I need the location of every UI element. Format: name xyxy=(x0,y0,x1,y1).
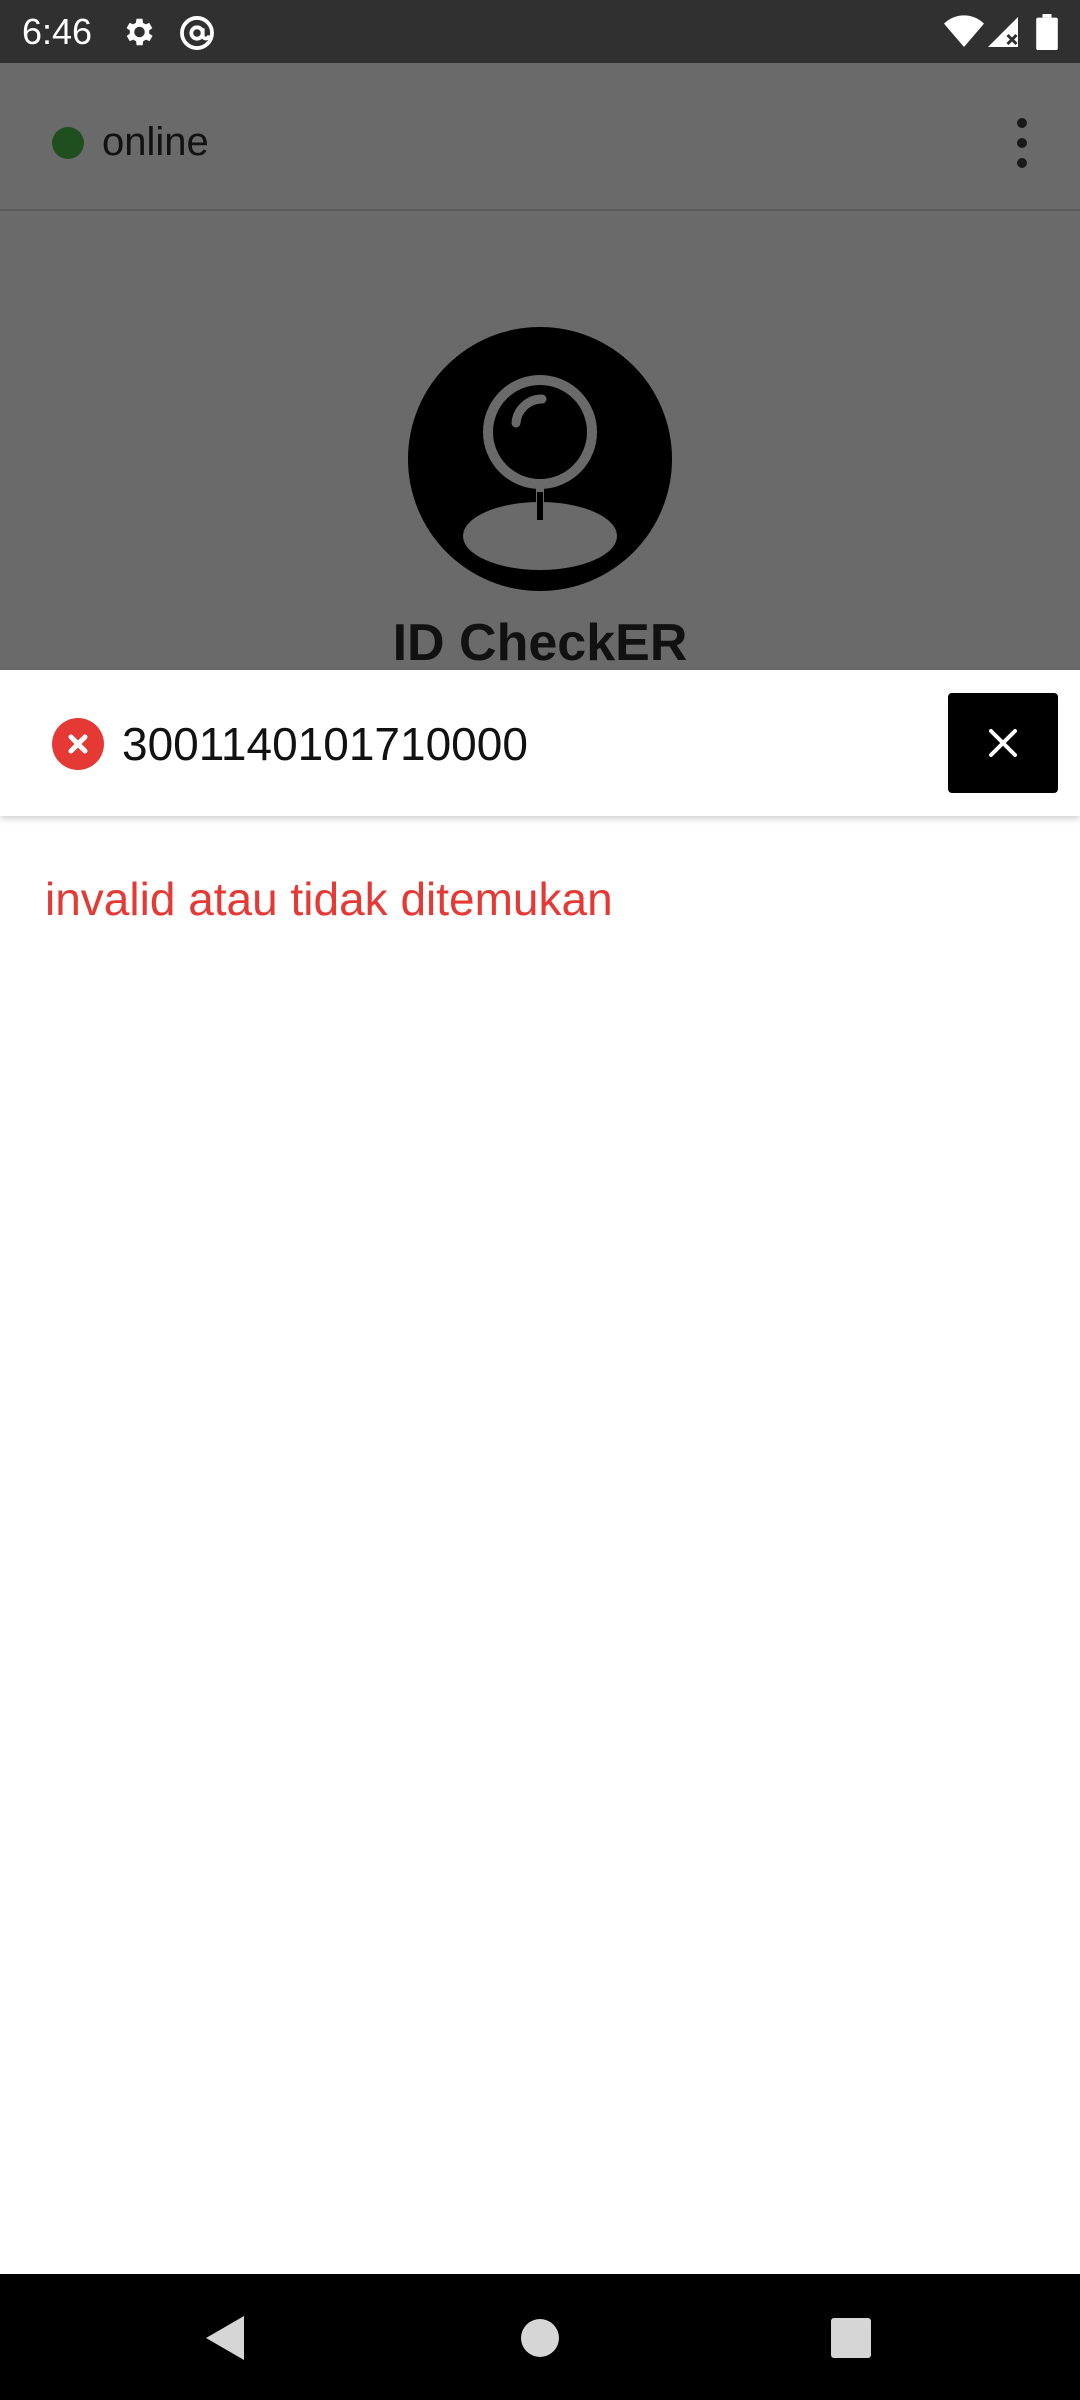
search-result-header: 3001140101710000 xyxy=(0,670,1080,816)
at-sign-icon xyxy=(178,14,216,57)
close-icon xyxy=(989,729,1017,757)
result-message: invalid atau tidak ditemukan xyxy=(45,873,613,925)
back-icon[interactable] xyxy=(200,2312,248,2369)
status-bar: 6:46 xyxy=(0,0,1080,63)
online-status-label: online xyxy=(102,120,209,164)
signal-icon xyxy=(985,14,1021,55)
status-time: 6:46 xyxy=(22,11,93,52)
person-search-logo xyxy=(408,327,672,596)
gear-icon xyxy=(120,14,156,55)
home-icon[interactable] xyxy=(520,2312,560,2369)
wifi-icon xyxy=(944,14,984,55)
searched-id-value: 3001140101710000 xyxy=(122,718,528,770)
app-title: ID CheckER xyxy=(392,614,688,672)
recents-icon[interactable] xyxy=(830,2312,872,2369)
more-vert-icon[interactable] xyxy=(1010,115,1034,176)
navigation-bar xyxy=(0,2274,1080,2400)
error-close-icon xyxy=(52,718,104,770)
app-bar: online xyxy=(0,63,1080,211)
battery-icon xyxy=(1036,14,1058,55)
main-screen-dimmed: online ID CheckER xyxy=(0,63,1080,672)
close-button[interactable] xyxy=(948,693,1058,793)
online-status-dot xyxy=(52,127,84,159)
